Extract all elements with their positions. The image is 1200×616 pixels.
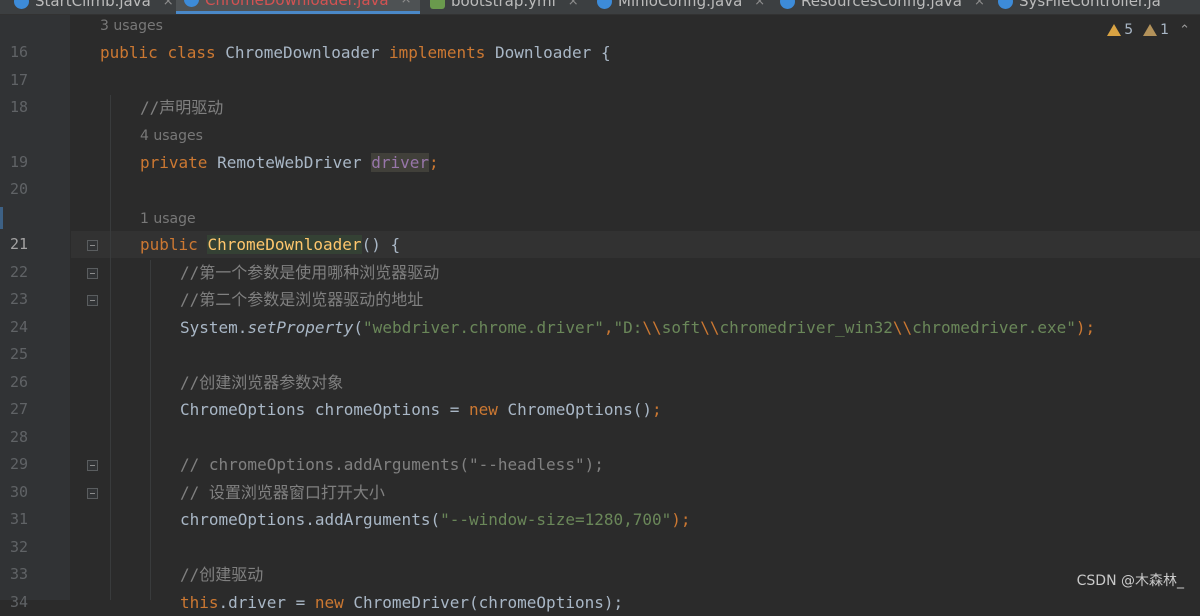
code-line[interactable]: 27 ChromeOptions chromeOptions = new Chr… [0, 396, 1200, 423]
warning-icon [1107, 24, 1122, 36]
java-class-icon [780, 0, 795, 9]
weak-warning-icon [1143, 24, 1158, 36]
code-comment: //第一个参数是使用哪种浏览器驱动 [180, 263, 440, 282]
close-tab-icon[interactable]: × [401, 0, 412, 7]
line-number: 21 [9, 235, 28, 253]
usages-hint[interactable]: 4 usages [140, 126, 203, 146]
close-tab-icon[interactable]: × [568, 0, 579, 9]
code-comment: // chromeOptions.addArguments("--headles… [180, 455, 604, 474]
code-line[interactable]: 23 //第二个参数是浏览器驱动的地址 [0, 286, 1200, 313]
code-line[interactable]: 29 // chromeOptions.addArguments("--head… [0, 451, 1200, 478]
code-text: public class ChromeDownloader implements… [100, 43, 611, 62]
code-line[interactable]: 20 [0, 176, 1200, 203]
line-number: 27 [9, 400, 28, 418]
code-line[interactable]: 33 //创建驱动 [0, 561, 1200, 588]
tab-label: bootstrap.yml [451, 0, 556, 10]
usages-hint[interactable]: 3 usages [100, 16, 163, 36]
warnings-count[interactable]: 5 [1107, 22, 1133, 38]
java-class-icon [597, 0, 612, 9]
code-text: System.setProperty("webdriver.chrome.dri… [180, 318, 1096, 337]
code-text: public ChromeDownloader() { [140, 235, 401, 254]
code-line[interactable]: 26 //创建浏览器参数对象 [0, 369, 1200, 396]
tab-startclimb[interactable]: StartClimb.java × [14, 0, 174, 14]
code-comment: // 设置浏览器窗口打开大小 [180, 483, 385, 502]
code-line[interactable]: 32 [0, 534, 1200, 561]
line-number: 28 [9, 428, 28, 446]
fold-toggle-icon[interactable] [87, 488, 98, 499]
tab-label: ResourcesConfig.java [801, 0, 962, 10]
fold-toggle-icon[interactable] [87, 460, 98, 471]
line-number: 33 [9, 565, 28, 583]
code-line[interactable]: 28 [0, 424, 1200, 451]
line-number: 29 [9, 455, 28, 473]
chevron-up-icon[interactable]: ⌃ [1179, 23, 1190, 38]
java-class-icon [184, 0, 199, 7]
code-line[interactable]: 22 //第一个参数是使用哪种浏览器驱动 [0, 259, 1200, 286]
line-number: 26 [9, 373, 28, 391]
tab-label: SysFileController.ja [1019, 0, 1161, 10]
line-number: 22 [9, 263, 28, 281]
line-number: 30 [9, 483, 28, 501]
code-line[interactable]: 31 chromeOptions.addArguments("--window-… [0, 506, 1200, 533]
line-number: 34 [9, 593, 28, 611]
tab-bootstrap-yml[interactable]: bootstrap.yml × [430, 0, 579, 14]
tab-resourcesconfig[interactable]: ResourcesConfig.java × [780, 0, 985, 14]
code-line-current[interactable]: 21 public ChromeDownloader() { [0, 231, 1200, 258]
line-number: 19 [9, 153, 28, 171]
fold-toggle-icon[interactable] [87, 295, 98, 306]
weak-warnings-count[interactable]: 1 [1143, 22, 1169, 38]
java-class-icon [14, 0, 29, 9]
tab-chromedownloader[interactable]: ChromeDownloader.java × [176, 0, 420, 14]
code-comment: //声明驱动 [140, 98, 224, 117]
code-comment: //创建浏览器参数对象 [180, 373, 344, 392]
line-number: 31 [9, 510, 28, 528]
code-line[interactable]: 16 public class ChromeDownloader impleme… [0, 39, 1200, 66]
line-number: 23 [9, 290, 28, 308]
tab-label: MinioConfig.java [618, 0, 743, 10]
code-line[interactable]: 18 //声明驱动 [0, 94, 1200, 121]
line-number: 16 [9, 43, 28, 61]
tab-label: StartClimb.java [35, 0, 151, 10]
line-number: 18 [9, 98, 28, 116]
line-number: 25 [9, 345, 28, 363]
close-tab-icon[interactable]: × [754, 0, 765, 9]
code-text: private RemoteWebDriver driver; [140, 153, 439, 172]
tab-label: ChromeDownloader.java [205, 0, 389, 9]
vcs-change-marker [0, 207, 3, 229]
line-number: 32 [9, 538, 28, 556]
java-class-icon [998, 0, 1013, 9]
code-comment: //第二个参数是浏览器驱动的地址 [180, 290, 424, 309]
code-text: chromeOptions.addArguments("--window-siz… [180, 510, 691, 529]
tab-minioconfig[interactable]: MinioConfig.java × [597, 0, 765, 14]
yml-file-icon [430, 0, 445, 9]
line-number: 24 [9, 318, 28, 336]
code-line[interactable]: 24 System.setProperty("webdriver.chrome.… [0, 314, 1200, 341]
usages-hint[interactable]: 1 usage [140, 209, 196, 229]
watermark: CSDN @木森林_ [1076, 573, 1184, 589]
code-text: this.driver = new ChromeDriver(chromeOpt… [180, 593, 624, 612]
code-line[interactable]: 17 [0, 67, 1200, 94]
close-tab-icon[interactable]: × [163, 0, 174, 9]
tab-sysfilecontroller[interactable]: SysFileController.ja [998, 0, 1161, 14]
code-line[interactable]: 25 [0, 341, 1200, 368]
fold-toggle-icon[interactable] [87, 268, 98, 279]
code-line[interactable]: 19 private RemoteWebDriver driver; [0, 149, 1200, 176]
inspection-widget[interactable]: 5 1 ⌃ [1107, 22, 1190, 38]
code-text: ChromeOptions chromeOptions = new Chrome… [180, 400, 662, 419]
close-tab-icon[interactable]: × [974, 0, 985, 9]
code-comment: //创建驱动 [180, 565, 264, 584]
line-number: 17 [9, 71, 28, 89]
editor-tab-bar: StartClimb.java × ChromeDownloader.java … [0, 0, 1200, 15]
code-line[interactable]: 30 // 设置浏览器窗口打开大小 [0, 479, 1200, 506]
line-number: 20 [9, 180, 28, 198]
fold-toggle-icon[interactable] [87, 240, 98, 251]
code-line[interactable]: 34 this.driver = new ChromeDriver(chrome… [0, 589, 1200, 616]
